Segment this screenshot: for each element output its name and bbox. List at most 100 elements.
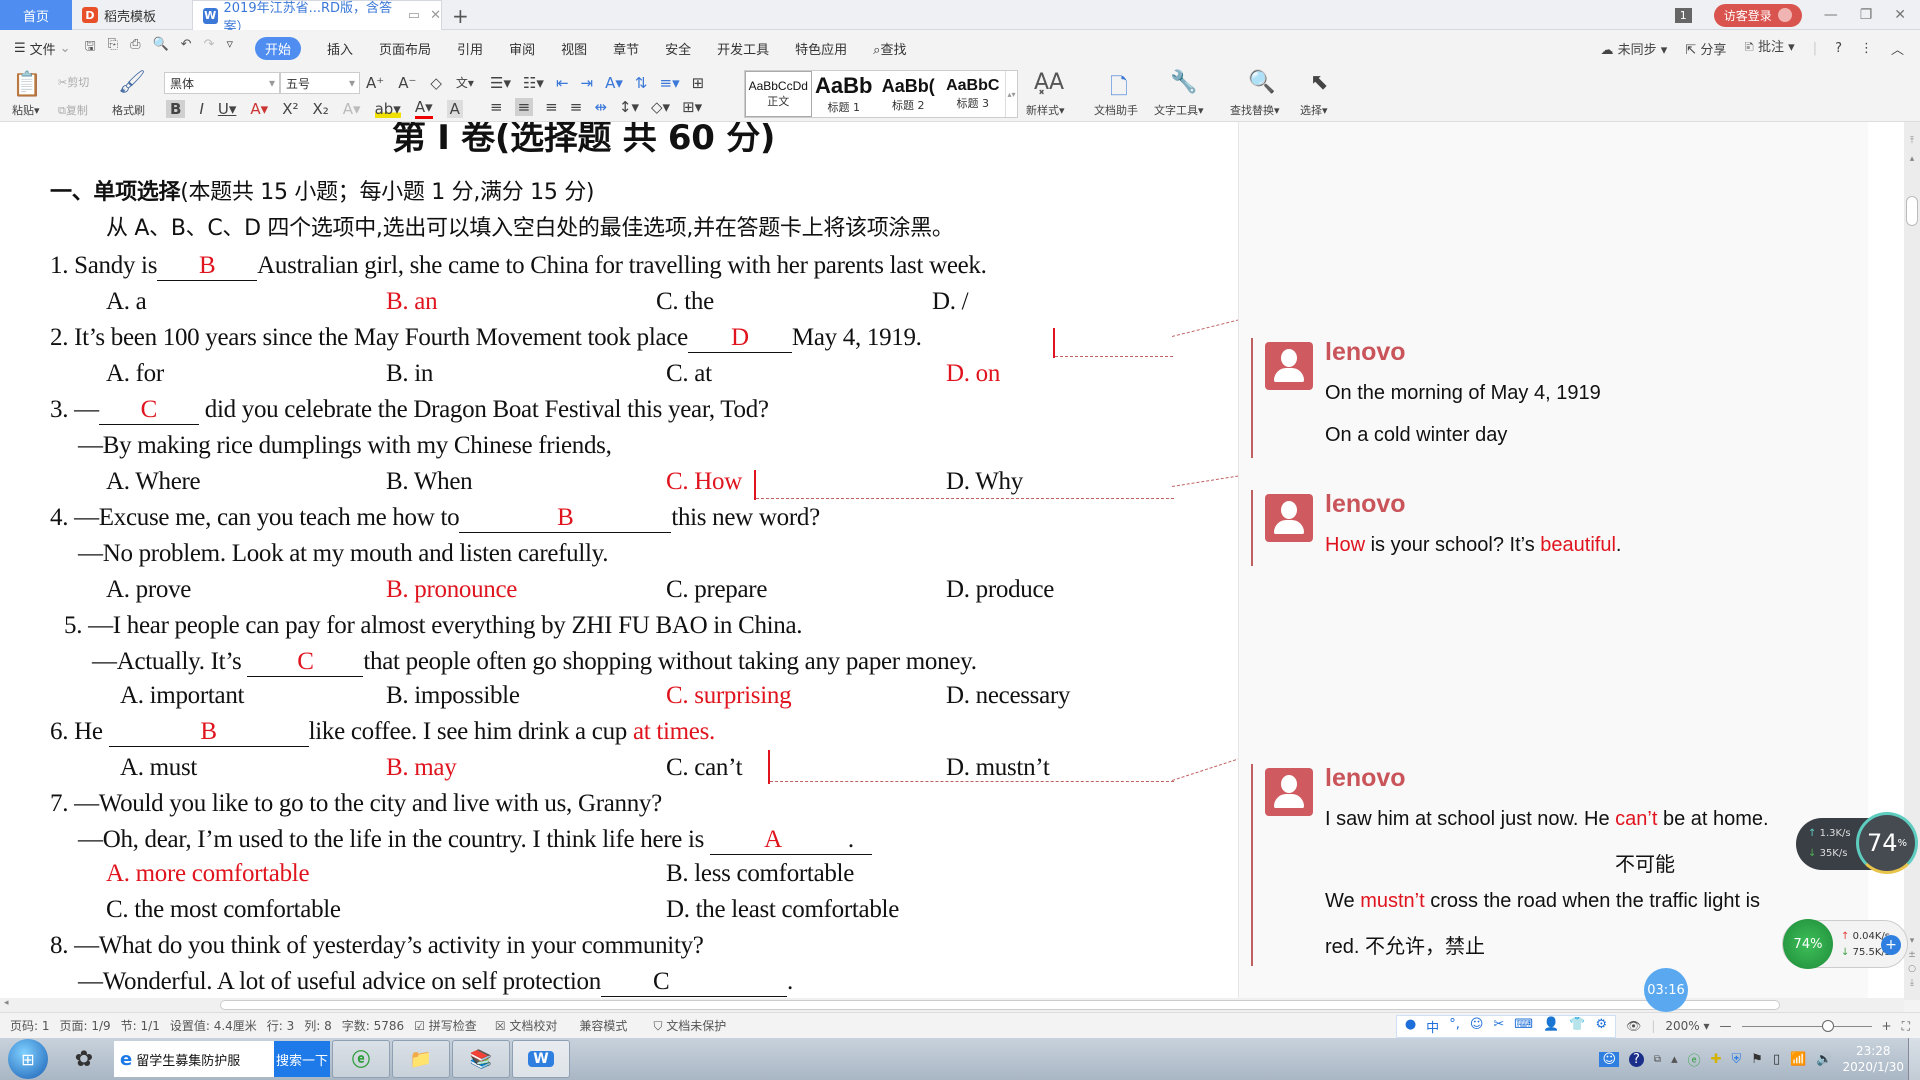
paragraph-spacing-icon[interactable]: ↕▾ <box>619 98 639 116</box>
bold-button[interactable]: B <box>166 99 186 118</box>
menu-review[interactable]: 审阅 <box>509 39 535 58</box>
notification-badge[interactable]: 1 <box>1674 7 1692 23</box>
align-center-icon[interactable]: ≡ <box>514 98 534 116</box>
select-button[interactable]: 选择▾ <box>1300 102 1328 118</box>
network-speed-widget[interactable]: ↑ 1.3K/s ↓ 35K/s 74% <box>1796 812 1918 874</box>
winrar-taskbar-icon[interactable]: 📚 <box>452 1040 510 1078</box>
new-tab-button[interactable]: + <box>452 4 469 28</box>
more-icon[interactable]: ⋮ <box>1860 41 1873 56</box>
start-button[interactable]: ⊞ <box>8 1039 48 1079</box>
table-icon[interactable]: ⊞ <box>692 74 705 92</box>
find-replace-button[interactable]: 查找替换▾ <box>1230 102 1280 118</box>
security-tray-icon[interactable]: ✚ <box>1711 1052 1722 1067</box>
wrench-icon[interactable]: 🔧 <box>1170 70 1197 95</box>
increase-indent-icon[interactable]: ⇥ <box>581 74 594 92</box>
gallery-scroll[interactable]: ▴▾ <box>1005 71 1017 117</box>
add-icon[interactable]: + <box>1881 935 1901 955</box>
status-pages[interactable]: 页面: 1/9 <box>60 1017 111 1034</box>
undo-icon[interactable]: ↶ <box>181 37 192 59</box>
menu-file[interactable]: 文件 <box>30 39 56 58</box>
menu-security[interactable]: 安全 <box>665 39 691 58</box>
decrease-indent-icon[interactable]: ⇤ <box>556 74 569 92</box>
clock[interactable]: 23:28 2020/1/30 <box>1842 1043 1904 1075</box>
proofread-button[interactable]: ☒ 文档校对 <box>495 1017 558 1034</box>
help-tray-icon[interactable]: ? <box>1629 1051 1644 1067</box>
file-explorer-taskbar-icon[interactable]: 📁 <box>392 1040 450 1078</box>
tab-document[interactable]: W 2019年江苏省...RD版，含答案） ▭ ✕ <box>192 0 442 35</box>
doc-assistant-button[interactable]: 文档助手 <box>1094 102 1138 118</box>
cut-button[interactable]: ✂剪切 <box>58 74 89 90</box>
ime-skin-icon[interactable]: 👕 <box>1569 1017 1585 1036</box>
text-effect-button[interactable]: A▾ <box>343 100 361 118</box>
volume-icon[interactable]: 🔊 <box>1816 1052 1832 1067</box>
shrink-font-icon[interactable]: A⁻ <box>398 74 416 92</box>
clear-format-icon[interactable]: ◇ <box>430 74 442 92</box>
align-right-icon[interactable]: ≡ <box>545 98 558 116</box>
tab-home[interactable]: 首页 <box>0 0 72 30</box>
menu-references[interactable]: 引用 <box>457 39 483 58</box>
sort-icon[interactable]: ⇅ <box>635 74 648 92</box>
ime-chinese-mode[interactable]: 中 <box>1426 1017 1439 1036</box>
help-button[interactable]: ? <box>1835 41 1842 56</box>
paste-icon[interactable]: 📋 <box>12 70 42 98</box>
eye-icon[interactable]: 👁 <box>1626 1019 1641 1033</box>
zoom-out-button[interactable]: — <box>1720 1019 1732 1033</box>
scroll-left-icon[interactable]: ◂ <box>4 998 9 1008</box>
action-center-flag-icon[interactable]: ⚑ <box>1751 1052 1763 1067</box>
ime-tray-icon[interactable]: ⧉ <box>1654 1054 1661 1065</box>
highlight-button[interactable]: ab▾ <box>374 99 401 118</box>
customize-icon[interactable]: ▿ <box>226 37 233 59</box>
scroll-top-icon[interactable]: ⤒ <box>1904 136 1920 146</box>
line-spacing-icon[interactable]: ≡▾ <box>660 74 680 92</box>
comment-card[interactable]: lenovo I saw him at school just now. He … <box>1251 764 1851 966</box>
menu-insert[interactable]: 插入 <box>327 39 353 58</box>
menu-view[interactable]: 视图 <box>561 39 587 58</box>
align-left-icon[interactable]: ≡ <box>490 98 503 116</box>
format-painter-icon[interactable]: 🖌 <box>118 70 146 95</box>
superscript-button[interactable]: X² <box>282 100 298 118</box>
sync-button[interactable]: ☁ 未同步 ▾ <box>1600 39 1667 58</box>
distribute-icon[interactable]: ⇹ <box>594 98 607 116</box>
menu-special[interactable]: 特色应用 <box>795 39 847 58</box>
pinyin-guide-icon[interactable]: 文▾ <box>456 74 474 92</box>
browser-tray-icon[interactable]: ⓔ <box>1688 1050 1701 1069</box>
document-page[interactable]: 第 I 卷(选择题 共 60 分) 一、单项选择(本题共 15 小题；每小题 1… <box>0 122 1238 998</box>
scroll-up-icon[interactable]: ▴ <box>1904 154 1920 164</box>
export-icon[interactable]: ⎘ <box>108 37 118 59</box>
justify-icon[interactable]: ≡ <box>570 98 583 116</box>
grow-font-icon[interactable]: A⁺ <box>366 74 384 92</box>
search-button[interactable]: 搜索一下 <box>274 1041 330 1077</box>
font-size-select[interactable]: 五号 ▾ <box>280 72 360 94</box>
qq-tray-icon[interactable]: ☺ <box>1599 1051 1620 1067</box>
style-heading-1[interactable]: AaBb 标题 1 <box>812 71 877 117</box>
ime-user-icon[interactable]: 👤 <box>1543 1017 1559 1036</box>
close-window-icon[interactable]: ✕ <box>1894 7 1906 23</box>
ime-screenshot-icon[interactable]: ✂ <box>1493 1017 1504 1036</box>
menu-chapter[interactable]: 章节 <box>613 39 639 58</box>
horizontal-scroll-thumb[interactable] <box>220 1000 1780 1010</box>
status-page-number[interactable]: 页码: 1 <box>10 1017 50 1034</box>
share-button[interactable]: ⇱ 分享 <box>1685 39 1726 58</box>
browser-taskbar-icon[interactable]: ⓔ <box>332 1040 390 1078</box>
timer-bubble[interactable]: 03:16 <box>1644 968 1688 1012</box>
comment-button[interactable]: 🗈 批注 ▾ <box>1744 36 1794 60</box>
style-normal[interactable]: AaBbCcDd 正文 <box>745 71 812 117</box>
redo-icon[interactable]: ↷ <box>204 37 215 59</box>
vertical-scrollbar[interactable]: ⤒ ▴ ▾ ± ○ ⤓ <box>1904 122 1920 1000</box>
ime-settings-icon[interactable]: ⚙ <box>1595 1017 1607 1036</box>
status-word-count[interactable]: 字数: 5786 <box>342 1017 404 1034</box>
print-preview-icon[interactable]: 🔍 <box>152 37 168 59</box>
zoom-slider-knob[interactable] <box>1821 1019 1834 1032</box>
ime-emoji-icon[interactable]: ☺ <box>1470 1017 1484 1036</box>
text-tools-button[interactable]: 文字工具▾ <box>1154 102 1204 118</box>
print-icon[interactable]: ⎙ <box>130 37 140 59</box>
new-style-icon[interactable]: A͓A <box>1034 70 1064 95</box>
ime-keyboard-icon[interactable]: ⌨ <box>1514 1017 1533 1036</box>
font-color-button[interactable]: A▾ <box>414 98 433 119</box>
find-replace-icon[interactable]: 🔍 <box>1248 70 1275 95</box>
ime-logo-icon[interactable]: ● <box>1405 1017 1416 1036</box>
comment-card[interactable]: lenovo On the morning of May 4, 1919 On … <box>1251 338 1851 458</box>
save-icon[interactable]: 🖫 <box>85 37 96 59</box>
protect-button[interactable]: ⛉ 文档未保护 <box>653 1017 726 1034</box>
strikethrough-button[interactable]: A▾ <box>250 100 268 118</box>
